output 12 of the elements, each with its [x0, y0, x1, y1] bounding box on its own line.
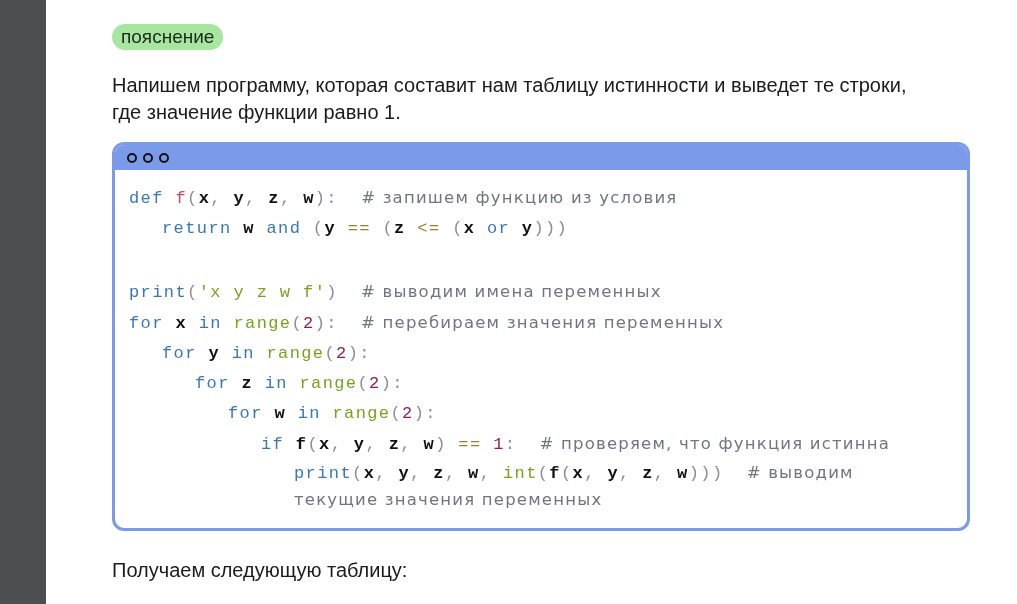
- explanation-tag: пояснение: [112, 24, 224, 50]
- code-line: print('x y z w f') # выводим имена переменных: [129, 281, 663, 304]
- code-line: for y in range(2):: [162, 343, 372, 365]
- result-paragraph: Получаем следующую таблицу:: [112, 558, 409, 583]
- code-line: for x in range(2): # перебираем значения переменных: [129, 312, 726, 335]
- code-line: print(x, y, z, w, int(f(x, y, z, w))) # выводим текущие значения переменных: [294, 462, 855, 511]
- code-line: for z in range(2):: [195, 373, 405, 395]
- code-line: return w and (y == (z <= (x or y))): [162, 218, 570, 240]
- intro-paragraph: Напишем программу, которая составит нам таблицу истинности и выведет те строки, где значение функции равно 1.: [112, 73, 908, 125]
- code-line: if f(x, y, z, w) == 1: # проверяем, что функция истинна: [261, 433, 892, 456]
- code-line: for w in range(2):: [228, 403, 438, 425]
- code-line: def f(x, y, z, w): # запишем функцию из условия: [129, 187, 679, 210]
